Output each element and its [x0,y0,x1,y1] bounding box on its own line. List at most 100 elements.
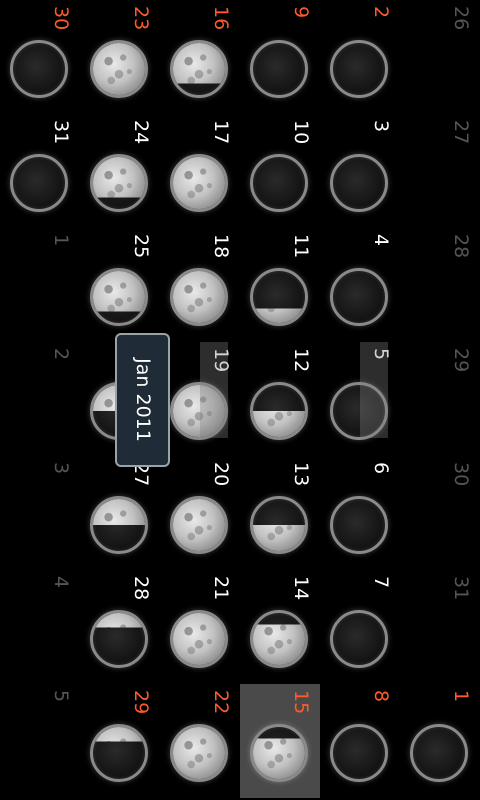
moon-phase-icon [250,154,308,212]
moon-phase-icon [330,496,388,554]
moon-phase-icon [330,40,388,98]
day-number: 1 [50,234,72,247]
day-cell[interactable]: 2 [0,342,80,456]
day-number: 3 [50,462,72,475]
day-cell[interactable]: 18 [160,228,240,342]
day-number: 10 [290,120,312,145]
moon-phase-icon [250,724,308,782]
day-number: 30 [450,462,472,487]
moon-phase-icon [90,610,148,668]
day-number: 8 [370,690,392,703]
moon-phase-icon [250,382,308,440]
day-cell[interactable]: 26 [400,0,480,114]
day-cell[interactable]: 9 [240,0,320,114]
day-cell[interactable]: 21 [160,570,240,684]
day-cell[interactable]: 4 [320,228,400,342]
day-cell[interactable]: 30 [0,0,80,114]
day-number: 25 [130,234,152,259]
day-cell[interactable]: 23 [80,0,160,114]
day-cell[interactable]: 20 [160,456,240,570]
day-number: 4 [50,576,72,589]
day-cell[interactable]: 8 [320,684,400,798]
moon-phase-icon [90,724,148,782]
day-cell[interactable]: 15 [240,684,320,798]
day-number: 3 [370,120,392,133]
moon-phase-icon [250,496,308,554]
moon-phase-icon [90,154,148,212]
day-number: 16 [210,6,232,31]
day-number: 24 [130,120,152,145]
day-cell[interactable]: 2 [320,0,400,114]
day-number: 6 [370,462,392,475]
day-cell[interactable]: 29 [80,684,160,798]
day-cell[interactable]: 17 [160,114,240,228]
moon-phase-icon [410,724,468,782]
day-number: 31 [450,576,472,601]
day-cell[interactable]: 14 [240,570,320,684]
day-cell[interactable]: 28 [400,228,480,342]
day-cell[interactable]: 4 [0,570,80,684]
day-number: 22 [210,690,232,715]
day-cell[interactable]: 5 [0,684,80,798]
day-cell[interactable]: 19 [160,342,240,456]
day-cell[interactable]: 27 [400,114,480,228]
day-cell[interactable]: 12 [240,342,320,456]
day-number: 17 [210,120,232,145]
day-number: 18 [210,234,232,259]
moon-phase-icon [330,724,388,782]
day-cell[interactable]: 16 [160,0,240,114]
day-cell[interactable]: 28 [80,570,160,684]
day-cell[interactable]: 3 [320,114,400,228]
day-number: 14 [290,576,312,601]
day-cell[interactable]: 31 [400,570,480,684]
day-number: 7 [370,576,392,589]
moon-phase-icon [90,40,148,98]
moon-phase-icon [250,268,308,326]
day-number: 9 [290,6,312,19]
day-number: 1 [450,690,472,703]
month-label: Jan 2011 [131,358,154,442]
moon-phase-icon [170,610,228,668]
moon-phase-icon [10,154,68,212]
day-cell[interactable]: 1 [0,228,80,342]
day-number: 26 [450,6,472,31]
moon-phase-icon [10,40,68,98]
day-cell[interactable]: 24 [80,114,160,228]
day-number: 13 [290,462,312,487]
day-number: 15 [290,690,312,715]
day-number: 2 [370,6,392,19]
day-number: 23 [130,6,152,31]
day-number: 28 [130,576,152,601]
day-cell[interactable]: 30 [400,456,480,570]
day-number: 27 [450,120,472,145]
day-number: 5 [370,348,392,361]
day-number: 12 [290,348,312,373]
day-number: 19 [210,348,232,373]
moon-phase-icon [250,40,308,98]
day-cell[interactable]: 29 [400,342,480,456]
day-number: 21 [210,576,232,601]
moon-phase-icon [170,724,228,782]
day-cell[interactable]: 31 [0,114,80,228]
day-cell[interactable]: 10 [240,114,320,228]
day-number: 11 [290,234,312,259]
day-number: 5 [50,690,72,703]
day-cell[interactable]: 25 [80,228,160,342]
day-cell[interactable]: 3 [0,456,80,570]
day-cell[interactable]: 13 [240,456,320,570]
day-cell[interactable]: 7 [320,570,400,684]
day-cell[interactable]: 11 [240,228,320,342]
day-cell[interactable]: 1 [400,684,480,798]
day-cell[interactable]: 22 [160,684,240,798]
moon-phase-icon [250,610,308,668]
day-number: 29 [130,690,152,715]
day-number: 2 [50,348,72,361]
day-cell[interactable]: 27 [80,456,160,570]
moon-phase-icon [330,382,388,440]
moon-phase-icon [330,154,388,212]
day-cell[interactable]: 5 [320,342,400,456]
day-cell[interactable]: 6 [320,456,400,570]
month-toast: Jan 2011 [115,333,170,467]
moon-phase-icon [170,154,228,212]
moon-phase-icon [170,40,228,98]
